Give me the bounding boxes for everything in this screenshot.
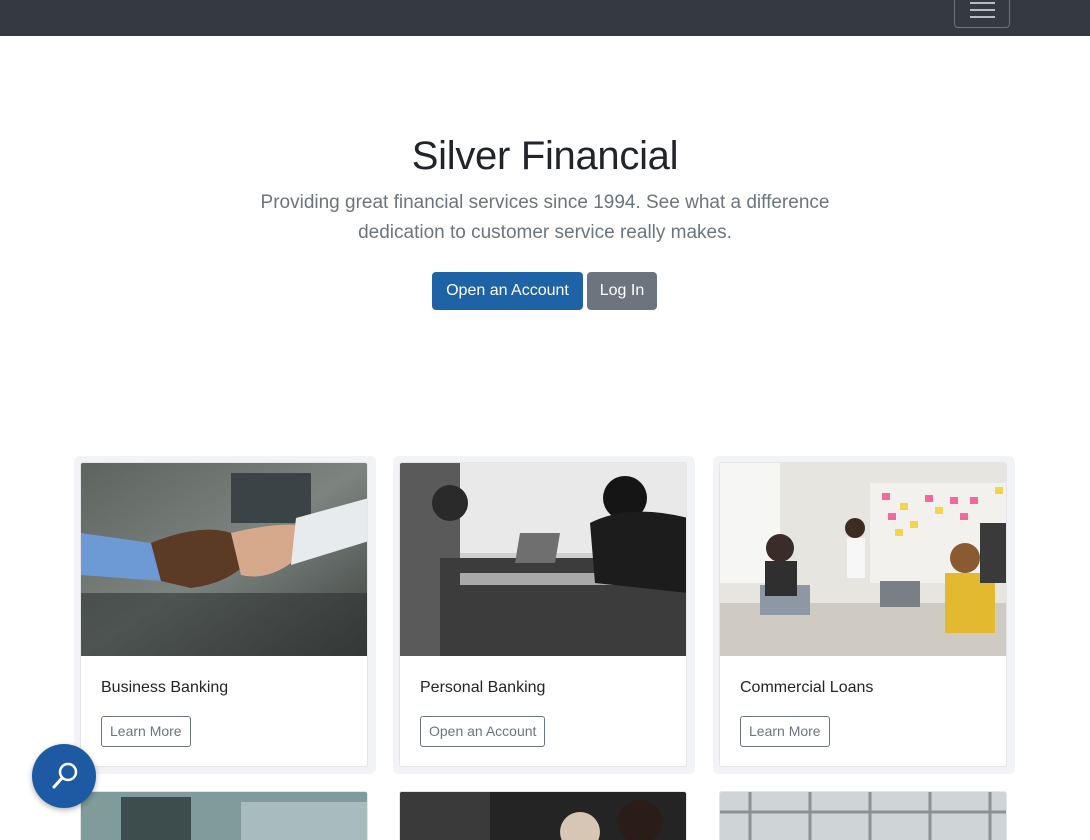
top-navbar xyxy=(0,0,1090,36)
hamburger-menu-icon xyxy=(970,2,995,4)
hero-lead-line-1: Providing great financial services since… xyxy=(260,192,830,213)
card-title: Commercial Loans xyxy=(740,679,874,696)
handshake-photo xyxy=(81,463,367,656)
open-account-button[interactable]: Open an Account xyxy=(432,272,583,310)
hamburger-menu-icon-bar xyxy=(970,9,995,11)
card-row2-1 xyxy=(80,791,368,840)
card-commercial-loans: Commercial Loans Learn More xyxy=(719,462,1007,767)
card-personal-banking: Personal Banking Open an Account xyxy=(399,462,687,767)
card-row2-3 xyxy=(719,791,1007,840)
log-in-button[interactable]: Log In xyxy=(587,272,657,310)
laptop-office-photo xyxy=(400,463,686,656)
learn-more-button[interactable]: Learn More xyxy=(101,716,191,747)
search-icon xyxy=(52,762,78,789)
open-account-card-button[interactable]: Open an Account xyxy=(420,716,546,747)
learn-more-button[interactable]: Learn More xyxy=(740,716,830,747)
hero-lead-text: Providing great financial services since… xyxy=(255,188,835,248)
hamburger-menu-icon-bar xyxy=(970,16,995,18)
meeting-sticky-notes-photo xyxy=(720,463,1006,656)
floating-search-button[interactable] xyxy=(32,744,96,808)
card-title: Business Banking xyxy=(101,679,229,696)
page-title: Silver Financial xyxy=(411,134,679,178)
hero-lead-line-2: dedication to customer service really ma… xyxy=(358,222,732,243)
menu-toggle-button[interactable] xyxy=(954,0,1010,28)
card-title: Personal Banking xyxy=(420,679,546,696)
card-business-banking: Business Banking Learn More xyxy=(80,462,368,767)
card-row2-2 xyxy=(399,791,687,840)
